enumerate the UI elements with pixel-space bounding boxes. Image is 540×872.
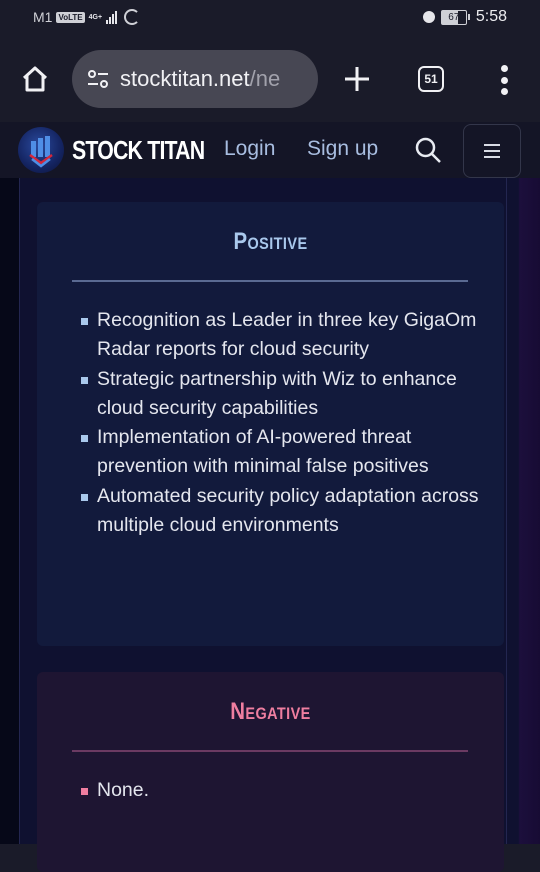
- list-item: Automated security policy adaptation acr…: [79, 482, 479, 541]
- site-header: STOCK TITAN Login Sign up: [0, 122, 540, 178]
- list-item: None.: [79, 776, 479, 805]
- status-left: M1 VoLTE 4G+: [33, 9, 141, 25]
- list-item-text: Automated security policy adaptation acr…: [97, 484, 479, 537]
- list-item: Implementation of AI-powered threat prev…: [79, 423, 479, 482]
- search-button[interactable]: [414, 136, 442, 164]
- list-item-text: None.: [97, 779, 150, 801]
- bullet-icon: [81, 376, 88, 384]
- hamburger-menu-button[interactable]: [463, 124, 521, 178]
- network-type-icon: 4G+: [88, 13, 103, 21]
- tab-switcher-button[interactable]: 51: [418, 66, 444, 92]
- positive-title: Positive: [233, 228, 308, 255]
- clock: 5:58: [475, 8, 507, 25]
- more-menu-button[interactable]: [496, 65, 512, 95]
- google-icon: [124, 9, 141, 25]
- logo-icon[interactable]: [18, 127, 64, 173]
- bullet-icon: [81, 435, 88, 443]
- volte-icon: VoLTE: [56, 11, 85, 23]
- search-icon: [415, 137, 441, 163]
- positive-list: Recognition as Leader in three key GigaO…: [79, 306, 479, 540]
- carrier-label: M1: [33, 9, 53, 25]
- list-item-text: Recognition as Leader in three key GigaO…: [97, 309, 477, 361]
- list-item-text: Implementation of AI-powered threat prev…: [97, 426, 429, 478]
- list-item: Strategic partnership with Wiz to enhanc…: [79, 365, 479, 424]
- list-item: Recognition as Leader in three key GigaO…: [79, 306, 479, 365]
- positive-card: Positive Recognition as Leader in three …: [37, 202, 504, 646]
- status-right: 67 5:58: [422, 8, 507, 26]
- url-bar[interactable]: stocktitan.net/ne: [72, 50, 318, 108]
- url-path: /ne: [249, 66, 281, 91]
- url-text[interactable]: stocktitan.net/ne: [120, 66, 310, 92]
- positive-divider: [72, 280, 468, 282]
- alarm-icon: [422, 11, 435, 23]
- signup-link[interactable]: Sign up: [307, 137, 378, 161]
- bullet-icon: [81, 788, 88, 795]
- negative-title: Negative: [230, 698, 311, 725]
- new-tab-button[interactable]: [342, 64, 372, 94]
- hamburger-menu-icon: [484, 144, 500, 158]
- negative-card: Negative None.: [37, 672, 504, 872]
- browser-toolbar: stocktitan.net/ne 51: [0, 38, 540, 122]
- more-menu-icon: [500, 65, 508, 72]
- url-domain: stocktitan.net: [120, 66, 250, 91]
- home-button[interactable]: [20, 64, 50, 94]
- bullet-icon: [81, 318, 88, 325]
- negative-divider: [72, 750, 468, 752]
- login-link[interactable]: Login: [224, 137, 275, 161]
- brand-name[interactable]: STOCK TITAN: [72, 135, 205, 166]
- status-bar: M1 VoLTE 4G+ 67 5:58: [0, 0, 540, 38]
- site-settings-icon[interactable]: [86, 69, 110, 89]
- bullet-icon: [81, 493, 88, 501]
- battery-level: 67: [440, 9, 467, 25]
- negative-list: None.: [79, 776, 479, 805]
- page-content: Positive Recognition as Leader in three …: [0, 178, 540, 872]
- home-icon: [22, 66, 48, 92]
- battery-icon: 67: [440, 9, 470, 25]
- new-tab-icon: [345, 67, 369, 91]
- signal-icon: [106, 10, 118, 24]
- content-panel: Positive Recognition as Leader in three …: [19, 178, 507, 872]
- list-item-text: Strategic partnership with Wiz to enhanc…: [97, 367, 457, 419]
